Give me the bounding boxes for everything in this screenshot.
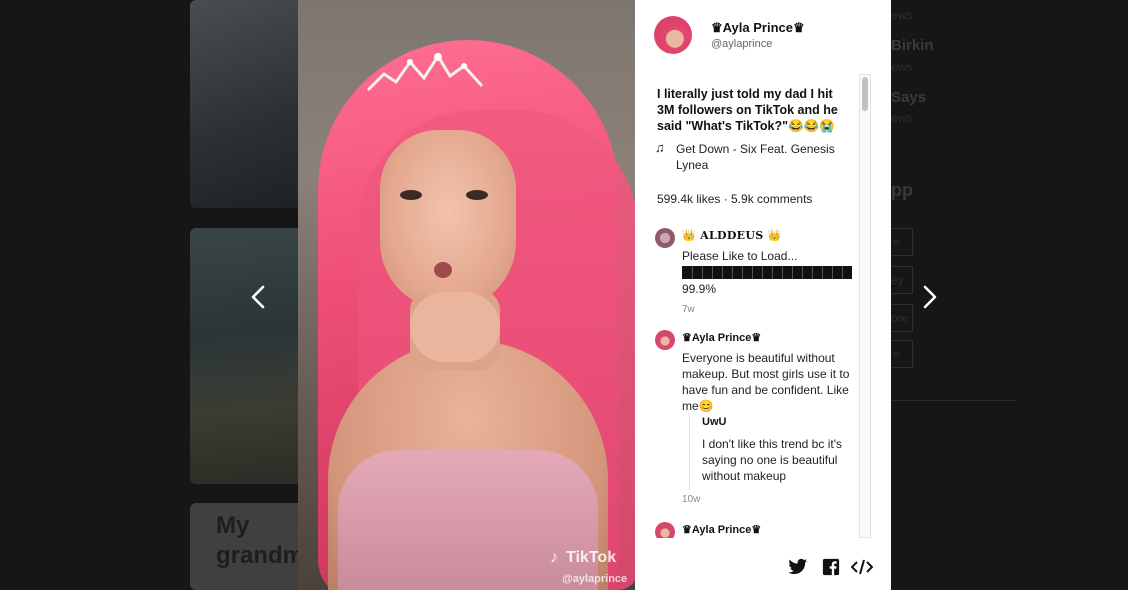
post-stats: 599.4k likes · 5.9k comments: [657, 192, 813, 206]
loading-bar-segment: [842, 266, 843, 279]
loading-bar-segment: [702, 266, 703, 279]
commenter-avatar[interactable]: [655, 228, 675, 248]
author-display-name[interactable]: ♛Ayla Prince♛: [711, 20, 805, 36]
watermark-handle: @aylaprince: [562, 573, 628, 585]
scrollbar-thumb[interactable]: [862, 77, 868, 111]
post-music[interactable]: Get Down - Six Feat. Genesis Lynea: [676, 141, 861, 173]
post-caption: I literally just told my dad I hit 3M fo…: [657, 87, 838, 133]
reply-text: I don't like this trend bc it's saying n…: [702, 437, 842, 483]
twitter-icon: [788, 558, 808, 575]
background-divider: [891, 400, 1016, 401]
share-footer: [635, 540, 891, 590]
loading-bar-segment: [772, 266, 773, 279]
tiktok-watermark: ♪ TikTok: [550, 549, 616, 567]
photo-mouth: [434, 262, 452, 278]
background-sub-2: ews: [891, 111, 913, 125]
tiara-icon: [366, 53, 484, 92]
photo-eye-left: [400, 190, 422, 200]
loading-bar-segment: [722, 266, 723, 279]
embed-button[interactable]: [850, 558, 874, 576]
loading-bar-segment: [762, 266, 763, 279]
loading-bar-segment: [712, 266, 713, 279]
background-button-1: e: [891, 228, 913, 256]
photo-face: [380, 130, 516, 310]
post-video[interactable]: ♪ TikTok @aylaprince: [298, 0, 635, 590]
loading-bar-segment: [792, 266, 793, 279]
commenter-name[interactable]: ♛Ayla Prince♛: [682, 331, 761, 344]
chevron-right-icon: [923, 285, 937, 309]
post-details-panel: ♛Ayla Prince♛ @aylaprince I literally ju…: [635, 0, 891, 590]
comment-reply: UwU I don't like this trend bc it's sayi…: [689, 416, 859, 490]
background-card-1: [190, 0, 310, 208]
reply-author[interactable]: UwU: [702, 416, 726, 428]
loading-bar-segment: [832, 266, 833, 279]
comments-scrollbar[interactable]: [859, 74, 871, 538]
photo-dress: [338, 450, 598, 590]
background-card-2: [190, 228, 310, 484]
background-card-3: My grandm: [190, 503, 310, 590]
tiktok-logo-icon: ♪: [550, 549, 558, 566]
author-username[interactable]: @aylaprince: [711, 38, 772, 50]
comments-scroll-area[interactable]: I literally just told my dad I hit 3M fo…: [635, 74, 872, 538]
loading-bar-segment: [802, 266, 803, 279]
facebook-icon: [822, 558, 840, 576]
next-post-button[interactable]: [914, 281, 944, 313]
comment-item: 👑 ALDDEUS 👑 Please Like to Load... 99.9%…: [655, 228, 859, 318]
commenter-avatar[interactable]: [655, 522, 675, 538]
comment-loading-bar: [682, 266, 852, 279]
comment-time: 10w: [682, 494, 701, 505]
loading-bar-segment: [732, 266, 733, 279]
comment-progress-label: 99.9%: [682, 282, 717, 296]
background-title-3: pp: [891, 180, 913, 200]
background-sidebar: Birkin ews ews Says ews pp e ey ore e: [891, 0, 1021, 590]
chevron-left-icon: [251, 285, 265, 309]
comment-item: ♛Ayla Prince♛ Everyone is beautiful with…: [655, 330, 859, 510]
comment-time: 7w: [682, 304, 695, 315]
embed-icon: [850, 559, 874, 575]
comment-item: ♛Ayla Prince♛: [655, 522, 859, 538]
commenter-avatar[interactable]: [655, 330, 675, 350]
twitter-share-button[interactable]: [788, 558, 808, 576]
background-title-1: Birkin: [891, 37, 934, 54]
author-avatar[interactable]: [654, 16, 692, 54]
background-button-4: e: [891, 340, 913, 368]
watermark-brand: TikTok: [566, 549, 617, 566]
comment-text: Please Like to Load...: [682, 249, 798, 263]
previous-post-button[interactable]: [244, 281, 274, 313]
facebook-share-button[interactable]: [821, 558, 841, 576]
photo-hand: [410, 292, 500, 362]
photo-eye-right: [466, 190, 488, 200]
loading-bar-segment: [752, 266, 753, 279]
loading-bar-segment: [692, 266, 693, 279]
background-button-3: ore: [891, 304, 913, 332]
post-header: ♛Ayla Prince♛ @aylaprince: [635, 0, 891, 68]
background-sub-0: ews: [891, 8, 913, 22]
loading-bar-segment: [782, 266, 783, 279]
commenter-name[interactable]: 👑 ALDDEUS 👑: [682, 229, 782, 242]
background-card-title: My grandm: [216, 512, 305, 569]
loading-bar-segment: [822, 266, 823, 279]
commenter-name[interactable]: ♛Ayla Prince♛: [682, 523, 761, 536]
loading-bar-segment: [812, 266, 813, 279]
music-note-icon: ♫: [655, 140, 665, 155]
background-sub-1: ews: [891, 60, 913, 74]
background-title-2: Says: [891, 89, 927, 106]
loading-bar-segment: [742, 266, 743, 279]
comment-text: Everyone is beautiful without makeup. Bu…: [682, 351, 850, 413]
background-button-2: ey: [891, 266, 913, 294]
